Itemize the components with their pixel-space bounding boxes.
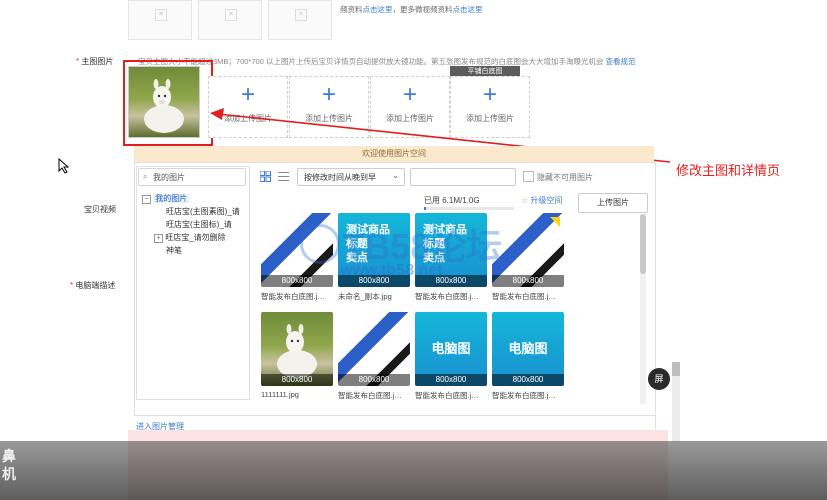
video-label: 宝贝视频 [84,205,116,214]
image-name: 智能发布白底图.j… [492,292,556,301]
left-caption-line-2: 机 [2,466,16,482]
video-note: 频资料点击这里，更多微视频资料点击这里 [340,4,483,15]
image-name: 1111111.jpg [261,390,299,399]
search-placeholder: 我的图片 [153,173,185,182]
hide-unavailable-label: 隐藏不可用图片 [537,173,593,182]
required-marker: * [70,281,74,290]
picker-scrollbar-thumb[interactable] [640,214,646,274]
search-icon: ⌕ [143,172,148,181]
video-thumb-slot-3[interactable]: ✕ [268,0,332,40]
tile-caption-pc: 电脑图 [508,341,548,356]
video-overlay-bar [0,441,827,500]
image-tile-7[interactable]: 电脑图 800x800 [415,312,487,386]
fullscreen-button[interactable]: 屏 [648,368,670,390]
yellow-corner-decoration [550,217,560,227]
collapse-icon[interactable]: − [142,195,151,204]
tile-caption-pc: 电脑图 [431,341,471,356]
image-name: 智能发布白底图.j… [415,292,479,301]
star-icon: ☆ [521,196,529,205]
tree-item-folder-2[interactable]: 旺店宝(主图标)_请 [166,219,232,230]
image-name: 智能发布白底图.j… [261,292,325,301]
welcome-banner: 欢迎使用图片空间 [134,146,654,162]
editor-scrollbar-thumb[interactable] [672,362,680,376]
watermark-text: TB58论坛 [342,226,503,267]
image-size-label: 800x800 [338,374,410,386]
upload-image-button[interactable]: 上传图片 [578,193,648,213]
image-tile-6[interactable]: 800x800 [338,312,410,386]
picker-scrollbar[interactable] [640,214,646,404]
editor-scrollbar[interactable] [672,362,680,442]
image-placeholder-icon: ✕ [155,9,167,21]
video-thumb-slot-1[interactable]: ✕ [128,0,192,40]
video-note-link-1[interactable]: 点击这里 [363,5,393,14]
image-size-label: 800x800 [492,374,564,386]
tree-item-label: 神笔 [166,246,182,255]
image-tile-8[interactable]: 电脑图 800x800 [492,312,564,386]
mouse-cursor-icon [58,158,70,174]
watermark-logo [300,224,340,264]
sort-select[interactable]: 按修改时间从晚到早 ⌄ [297,168,405,186]
hide-unavailable-checkbox[interactable] [523,171,534,182]
main-image-label-wrap: * 主图图片 [76,56,113,67]
video-thumb-slot-2[interactable]: ✕ [198,0,262,40]
image-size-label: 800x800 [415,374,487,386]
image-size-label: 800x800 [261,374,333,386]
image-name-search-input[interactable] [410,168,516,186]
tree-item-folder-4[interactable]: 神笔 [166,245,182,256]
grid-view-icon[interactable] [259,170,271,182]
main-image-label: 主图图片 [81,57,114,66]
image-name: 未命名_副本.jpg [338,292,392,301]
main-image-hint: 宝贝主图大小不能超过3MB；700*700 以上图片上传后宝贝详情页自动提供放大… [138,56,658,67]
tree-item-folder-1[interactable]: 旺店宝(主图素图)_请 [166,206,240,217]
left-caption-line-1: 鼻 [2,448,16,464]
image-placeholder-icon: ✕ [225,9,237,21]
image-size-label: 800x800 [261,275,333,287]
tree-item-label: 旺店宝(主图标)_请 [166,220,232,229]
tree-item-folder-3[interactable]: + 旺店宝_请勿删除 [154,232,226,243]
video-note-text-2: ，更多微视频资料 [392,5,453,14]
image-tile-5[interactable]: 800x800 [261,312,333,386]
upgrade-space-link[interactable]: ☆ 升级空间 [521,195,562,206]
storage-usage: 已用 6.1M/1.0G [424,196,480,205]
tree-item-label: 旺店宝(主图素图)_请 [166,207,240,216]
image-name: 智能发布白底图.j… [415,391,479,400]
list-view-icon[interactable] [278,171,289,182]
upgrade-space-label: 升级空间 [530,196,563,205]
image-name: 智能发布白底图.j… [492,391,556,400]
storage-usage-bar [424,207,514,210]
expand-icon[interactable]: + [154,234,163,243]
desc-label-wrap: * 电脑端描述 [70,280,115,291]
image-placeholder-icon: ✕ [295,9,307,21]
tree-item-my-images[interactable]: − 我的图片 [142,193,190,204]
desc-label: 电脑端描述 [75,281,116,290]
video-note-link-2[interactable]: 点击这里 [453,5,483,14]
storage-usage-fill [424,207,426,210]
required-marker: * [76,57,80,66]
watermark-url: www.tb58.net [340,262,443,279]
sort-select-value: 按修改时间从晚到早 [304,173,376,182]
chevron-down-icon: ⌄ [392,171,399,180]
image-size-label: 800x800 [492,275,564,287]
tree-item-label: 旺店宝_请勿删除 [165,233,226,242]
image-search-input[interactable]: ⌕ 我的图片 [138,168,246,186]
image-name: 智能发布白底图.j… [338,391,402,400]
view-spec-link[interactable]: 查看规范 [606,57,636,66]
tree-item-label: 我的图片 [153,194,190,203]
video-note-text: 频资料 [340,5,363,14]
left-caption: 鼻 机 [2,447,16,483]
image-tile-4[interactable]: 800x800 [492,213,564,287]
annotation-text: 修改主图和详情页 [676,163,781,178]
